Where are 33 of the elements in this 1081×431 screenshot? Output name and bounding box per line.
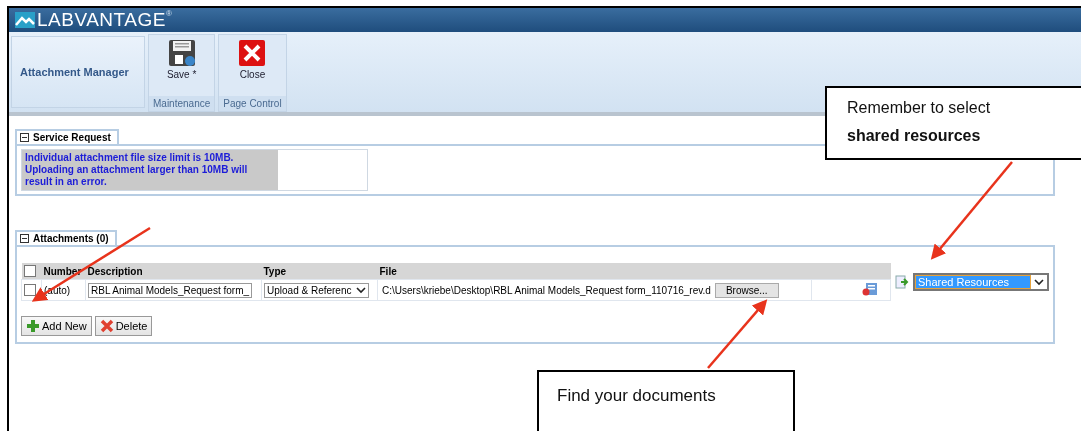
page-title: Attachment Manager [11, 36, 145, 108]
toolbar-button[interactable]: Close [234, 39, 271, 96]
file-path-field[interactable]: C:\Users\kriebe\Desktop\RBL Animal Models_Request form_110716_rev.d [380, 283, 713, 297]
close-icon [238, 39, 267, 67]
column-header: Description [85, 263, 262, 280]
action-button[interactable]: Delete [94, 316, 153, 336]
arrow-document-icon[interactable] [895, 275, 909, 289]
collapse-icon[interactable] [20, 234, 29, 243]
logo-icon [15, 12, 35, 28]
callout-note: Find your documents [537, 370, 795, 431]
column-header: Type [261, 263, 378, 280]
plus-icon [26, 319, 40, 333]
callout-note: Remember to select shared resources [825, 86, 1081, 160]
row-checkbox[interactable] [24, 284, 36, 296]
group-label: Page Control [219, 96, 286, 111]
browse-button[interactable]: Browse... [714, 282, 779, 298]
section-tab[interactable]: Service Request [15, 129, 119, 144]
action-button[interactable]: Add New [21, 316, 92, 336]
toolbar-button[interactable]: Save * [162, 39, 201, 96]
document-icon[interactable] [862, 282, 878, 296]
brand-logo: LABVANTAGE$^{®}$ [37, 9, 173, 31]
chevron-icon [1034, 279, 1044, 286]
annotation-arrow [707, 299, 768, 369]
select-all-checkbox[interactable] [23, 265, 36, 277]
group-label: Maintenance [149, 96, 215, 111]
column-header: File [377, 263, 812, 280]
chevron-icon [355, 286, 366, 294]
collapse-icon[interactable] [20, 133, 29, 142]
section-tab[interactable]: Attachments (0) [15, 230, 117, 245]
description-field[interactable]: RBL Animal Models_Request form_ [88, 282, 253, 298]
x-mark-icon [99, 319, 114, 333]
size-limit-message: Individual attachment file size limit is 10MB. Uploading an attachment larger than 10MB will result in an error. [22, 150, 278, 190]
type-dropdown[interactable]: Upload & Referenc [264, 282, 369, 298]
